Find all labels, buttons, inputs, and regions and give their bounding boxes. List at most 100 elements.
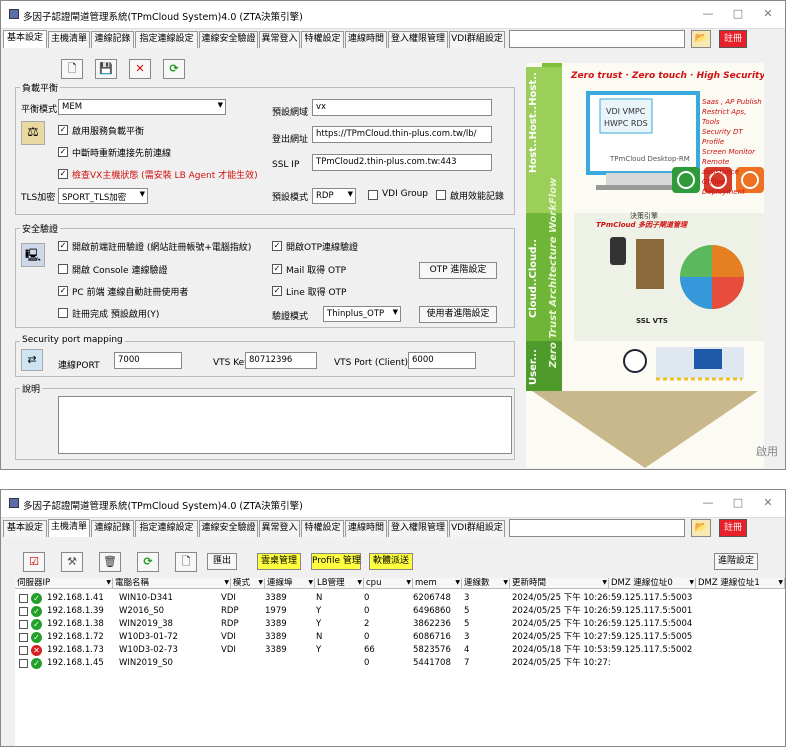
- tab-abnormal-login[interactable]: 異常登入: [259, 31, 300, 48]
- document-icon[interactable]: 🗋: [175, 552, 197, 572]
- col-conn[interactable]: 連線數 ▼: [462, 578, 510, 589]
- cloud-desktop-mgmt-button[interactable]: 雲桌管理: [257, 553, 301, 570]
- close-icon[interactable]: ✕: [761, 7, 775, 20]
- folder-icon[interactable]: 📂: [691, 30, 711, 48]
- table-row[interactable]: ✓ 192.168.1.39 W2016_S0 RDP 1979 Y 0 6496860 5 20…: [15, 605, 785, 618]
- folder-icon[interactable]: 📂: [691, 519, 711, 537]
- row-checkbox[interactable]: [19, 646, 28, 655]
- tab-basic-settings[interactable]: 基本設定: [3, 30, 47, 48]
- tab-connection-settings[interactable]: 指定連線設定: [135, 31, 198, 48]
- row-checkbox[interactable]: [19, 607, 28, 616]
- software-push-button[interactable]: 軟體派送: [369, 553, 413, 570]
- sort-arrow-icon[interactable]: ▼: [224, 578, 229, 588]
- maximize-icon[interactable]: □: [731, 496, 745, 509]
- tab-connection-time[interactable]: 連線時間: [345, 31, 387, 48]
- close-icon[interactable]: ✕: [761, 496, 775, 509]
- sort-arrow-icon[interactable]: ▼: [308, 578, 313, 588]
- col-server-ip[interactable]: 伺服器IP ▼: [15, 578, 113, 589]
- trash-icon[interactable]: 🗑: [99, 552, 121, 572]
- path-input[interactable]: [509, 519, 685, 537]
- default-mode-select[interactable]: RDP ▼: [312, 188, 356, 204]
- ssl-ip-input[interactable]: TPmCloud2.thin-plus.com.tw:443: [312, 154, 492, 171]
- sort-arrow-icon[interactable]: ▼: [258, 578, 263, 588]
- sort-arrow-icon[interactable]: ▼: [357, 578, 362, 588]
- otp-verify-checkbox[interactable]: ✓: [272, 241, 282, 251]
- enable-lb-checkbox[interactable]: ✓: [58, 125, 68, 135]
- port-input[interactable]: 7000: [114, 352, 182, 369]
- check-vx-checkbox[interactable]: ✓: [58, 169, 68, 179]
- col-computer-name[interactable]: 電腦名稱 ▼: [113, 578, 231, 589]
- col-dmz0[interactable]: DMZ 連線位址0 ▼: [609, 578, 696, 589]
- tab-privilege[interactable]: 特權設定: [301, 520, 344, 537]
- new-icon[interactable]: 🗋: [61, 59, 83, 79]
- tab-vdi-group[interactable]: VDI群組設定: [449, 520, 505, 537]
- tab-connection-security[interactable]: 連線安全驗證: [199, 520, 258, 537]
- mail-otp-checkbox[interactable]: ✓: [272, 264, 282, 274]
- sort-arrow-icon[interactable]: ▼: [455, 578, 460, 588]
- sort-arrow-icon[interactable]: ▼: [406, 578, 411, 588]
- tab-connection-security[interactable]: 連線安全驗證: [199, 31, 258, 48]
- pc-auto-register-checkbox[interactable]: ✓: [58, 286, 68, 296]
- register-button[interactable]: 註冊: [719, 519, 747, 537]
- description-textarea[interactable]: [58, 396, 512, 454]
- minimize-icon[interactable]: —: [701, 7, 715, 20]
- perf-log-checkbox[interactable]: [436, 190, 446, 200]
- path-input[interactable]: [509, 30, 685, 48]
- tab-vdi-group[interactable]: VDI群組設定: [449, 31, 505, 48]
- refresh-icon[interactable]: ⟳: [137, 552, 159, 572]
- row-checkbox[interactable]: [19, 620, 28, 629]
- tab-privilege[interactable]: 特權設定: [301, 31, 344, 48]
- col-update-time[interactable]: 更新時間 ▼: [510, 578, 609, 589]
- sort-arrow-icon[interactable]: ▼: [602, 578, 607, 588]
- save-icon[interactable]: 💾: [95, 59, 117, 79]
- col-lb[interactable]: LB管理 ▼: [315, 578, 364, 589]
- tls-select[interactable]: SPORT_TLS加密 ▼: [58, 188, 148, 204]
- verify-mode-select[interactable]: Thinplus_OTP ▼: [323, 306, 401, 322]
- minimize-icon[interactable]: —: [701, 496, 715, 509]
- col-port[interactable]: 連線埠 ▼: [265, 578, 315, 589]
- user-advanced-button[interactable]: 使用者進階設定: [419, 306, 497, 323]
- reconnect-checkbox[interactable]: ✓: [58, 147, 68, 157]
- advanced-settings-button[interactable]: 進階設定: [714, 553, 758, 570]
- tab-login-permission[interactable]: 登入權限管理: [388, 31, 448, 48]
- table-row[interactable]: ✓ 192.168.1.45 WIN2019_S0 0 5441708 7 2024/05/…: [15, 657, 785, 670]
- tab-login-permission[interactable]: 登入權限管理: [388, 520, 448, 537]
- refresh-icon[interactable]: ⟳: [163, 59, 185, 79]
- col-dmz1[interactable]: DMZ 連線位址1 ▼: [696, 578, 785, 589]
- tab-connection-log[interactable]: 連線記錄: [91, 31, 134, 48]
- register-button[interactable]: 註冊: [719, 30, 747, 48]
- register-default-checkbox[interactable]: [58, 308, 68, 318]
- tab-host-list[interactable]: 主機清單: [48, 519, 90, 537]
- table-row[interactable]: ✓ 192.168.1.41 WIN10-D341 VDI 3389 N 0 6206748 3…: [15, 592, 785, 605]
- row-checkbox[interactable]: [19, 594, 28, 603]
- logout-url-input[interactable]: https://TPmCloud.thin-plus.com.tw/lb/: [312, 126, 492, 143]
- pre-register-checkbox[interactable]: ✓: [58, 241, 68, 251]
- balance-mode-select[interactable]: MEM ▼: [58, 99, 226, 115]
- sort-arrow-icon[interactable]: ▼: [689, 578, 694, 588]
- table-row[interactable]: ✓ 192.168.1.72 W10D3-01-72 VDI 3389 N 0 6086716…: [15, 631, 785, 644]
- col-mode[interactable]: 模式 ▼: [231, 578, 265, 589]
- vts-key-input[interactable]: 80712396: [245, 352, 317, 369]
- default-domain-input[interactable]: vx: [312, 99, 492, 116]
- line-otp-checkbox[interactable]: ✓: [272, 286, 282, 296]
- profile-mgmt-button[interactable]: Profile 管理: [311, 553, 361, 570]
- vdi-group-checkbox[interactable]: [368, 190, 378, 200]
- row-checkbox[interactable]: [19, 659, 28, 668]
- row-checkbox[interactable]: [19, 633, 28, 642]
- maximize-icon[interactable]: □: [731, 7, 745, 20]
- sort-arrow-icon[interactable]: ▼: [106, 578, 111, 588]
- tab-connection-time[interactable]: 連線時間: [345, 520, 387, 537]
- delete-icon[interactable]: ✕: [129, 59, 151, 79]
- vts-port-input[interactable]: 6000: [408, 352, 476, 369]
- table-row[interactable]: ✓ 192.168.1.38 WIN2019_38 RDP 3389 Y 2 3862236 5…: [15, 618, 785, 631]
- export-button[interactable]: 匯出: [207, 553, 237, 570]
- col-cpu[interactable]: cpu ▼: [364, 578, 413, 589]
- tab-host-list[interactable]: 主機清單: [48, 31, 90, 48]
- tools-icon[interactable]: ⚒: [61, 552, 83, 572]
- checklist-icon[interactable]: ☑: [23, 552, 45, 572]
- console-verify-checkbox[interactable]: [58, 264, 68, 274]
- sort-arrow-icon[interactable]: ▼: [503, 578, 508, 588]
- otp-advanced-button[interactable]: OTP 進階設定: [419, 262, 497, 279]
- table-row[interactable]: ✕ 192.168.1.73 W10D3-02-73 VDI 3389 Y 66 582357…: [15, 644, 785, 657]
- tab-basic-settings[interactable]: 基本設定: [3, 520, 47, 537]
